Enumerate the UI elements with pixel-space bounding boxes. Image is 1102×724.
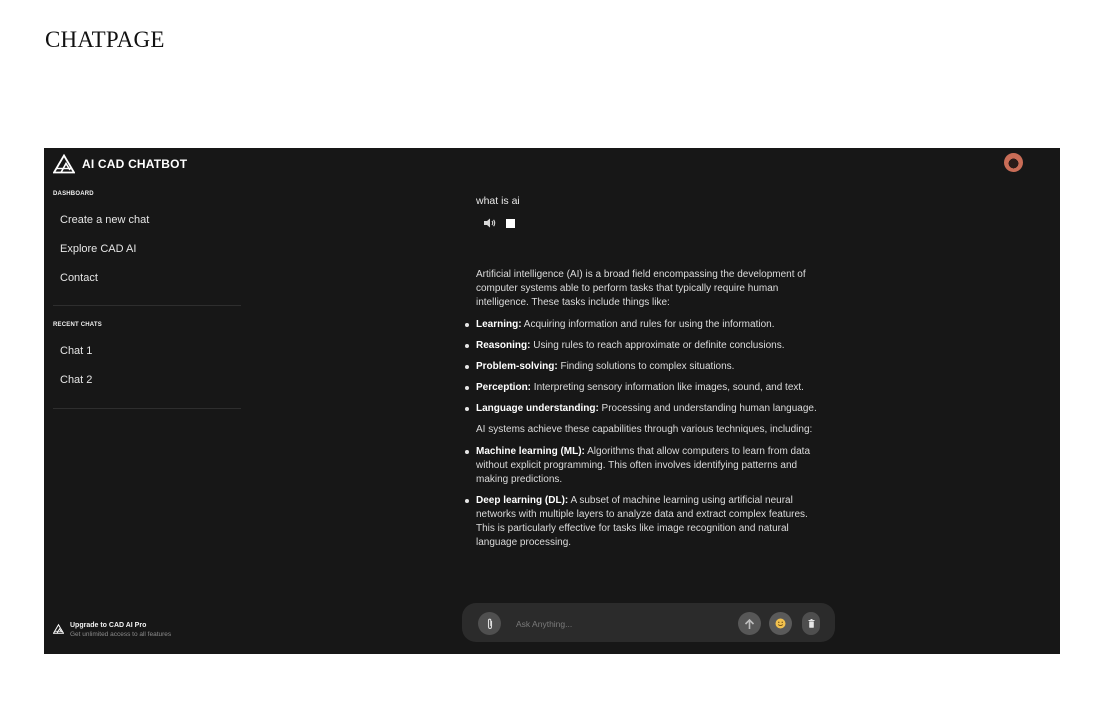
stop-icon[interactable] <box>506 218 515 228</box>
techniques-intro: AI systems achieve these capabilities th… <box>476 424 813 435</box>
list-item: Deep learning (DL): A subset of machine … <box>465 494 826 550</box>
recent-chat-1[interactable]: Chat 1 <box>60 345 92 357</box>
brand-name: AI CAD CHATBOT <box>82 157 188 171</box>
emoji-icon <box>775 618 786 629</box>
message-actions <box>484 218 515 228</box>
page-heading: CHATPAGE <box>45 27 165 52</box>
answer-intro: Artificial intelligence (AI) is a broad … <box>476 269 806 308</box>
triangle-logo-icon <box>53 623 64 634</box>
triangle-logo-icon <box>53 154 75 174</box>
nav-explore-cad-ai[interactable]: Explore CAD AI <box>60 243 136 255</box>
arrow-up-icon <box>744 618 755 629</box>
list-item: Problem-solving: Finding solutions to co… <box>465 360 826 374</box>
trash-icon <box>808 619 814 628</box>
upgrade-text: Upgrade to CAD AI Pro Get unlimited acce… <box>70 621 171 639</box>
list-item: Reasoning: Using rules to reach approxim… <box>465 339 826 353</box>
capabilities-list: Learning: Acquiring information and rule… <box>465 318 826 416</box>
send-button[interactable] <box>738 612 761 635</box>
upgrade-title: Upgrade to CAD AI Pro <box>70 622 147 629</box>
upgrade-to-pro[interactable]: Upgrade to CAD AI Pro Get unlimited acce… <box>53 621 171 639</box>
user-avatar[interactable] <box>1004 153 1023 172</box>
chat-app-window: AI CAD CHATBOT DASHBOARD Create a new ch… <box>44 148 1060 654</box>
techniques-list: Machine learning (ML): Algorithms that a… <box>465 445 826 550</box>
emoji-button[interactable] <box>769 612 792 635</box>
chat-input-bar <box>462 603 835 642</box>
list-item: Learning: Acquiring information and rule… <box>465 318 826 332</box>
user-message: what is ai <box>476 195 520 207</box>
ask-anything-input[interactable] <box>514 615 728 633</box>
sidebar: AI CAD CHATBOT DASHBOARD Create a new ch… <box>44 148 242 654</box>
nav-contact[interactable]: Contact <box>60 272 98 284</box>
sidebar-divider <box>53 305 241 306</box>
delete-button[interactable] <box>802 612 820 635</box>
brand[interactable]: AI CAD CHATBOT <box>53 154 187 174</box>
list-item: Machine learning (ML): Algorithms that a… <box>465 445 826 487</box>
speaker-icon[interactable] <box>484 218 496 228</box>
attach-button[interactable] <box>478 612 501 635</box>
paperclip-icon <box>487 618 492 629</box>
sidebar-divider <box>53 408 241 409</box>
upgrade-subtitle: Get unlimited access to all features <box>70 631 172 638</box>
list-item: Perception: Interpreting sensory informa… <box>465 381 826 395</box>
recent-chats-section-label: RECENT CHATS <box>53 322 102 328</box>
dashboard-section-label: DASHBOARD <box>53 191 94 197</box>
assistant-answer: Artificial intelligence (AI) is a broad … <box>465 268 826 557</box>
nav-create-new-chat[interactable]: Create a new chat <box>60 214 149 226</box>
recent-chat-2[interactable]: Chat 2 <box>60 374 92 386</box>
list-item: Language understanding: Processing and u… <box>465 402 826 416</box>
chat-thread: what is ai Artificial intelligence (AI) … <box>462 148 842 603</box>
